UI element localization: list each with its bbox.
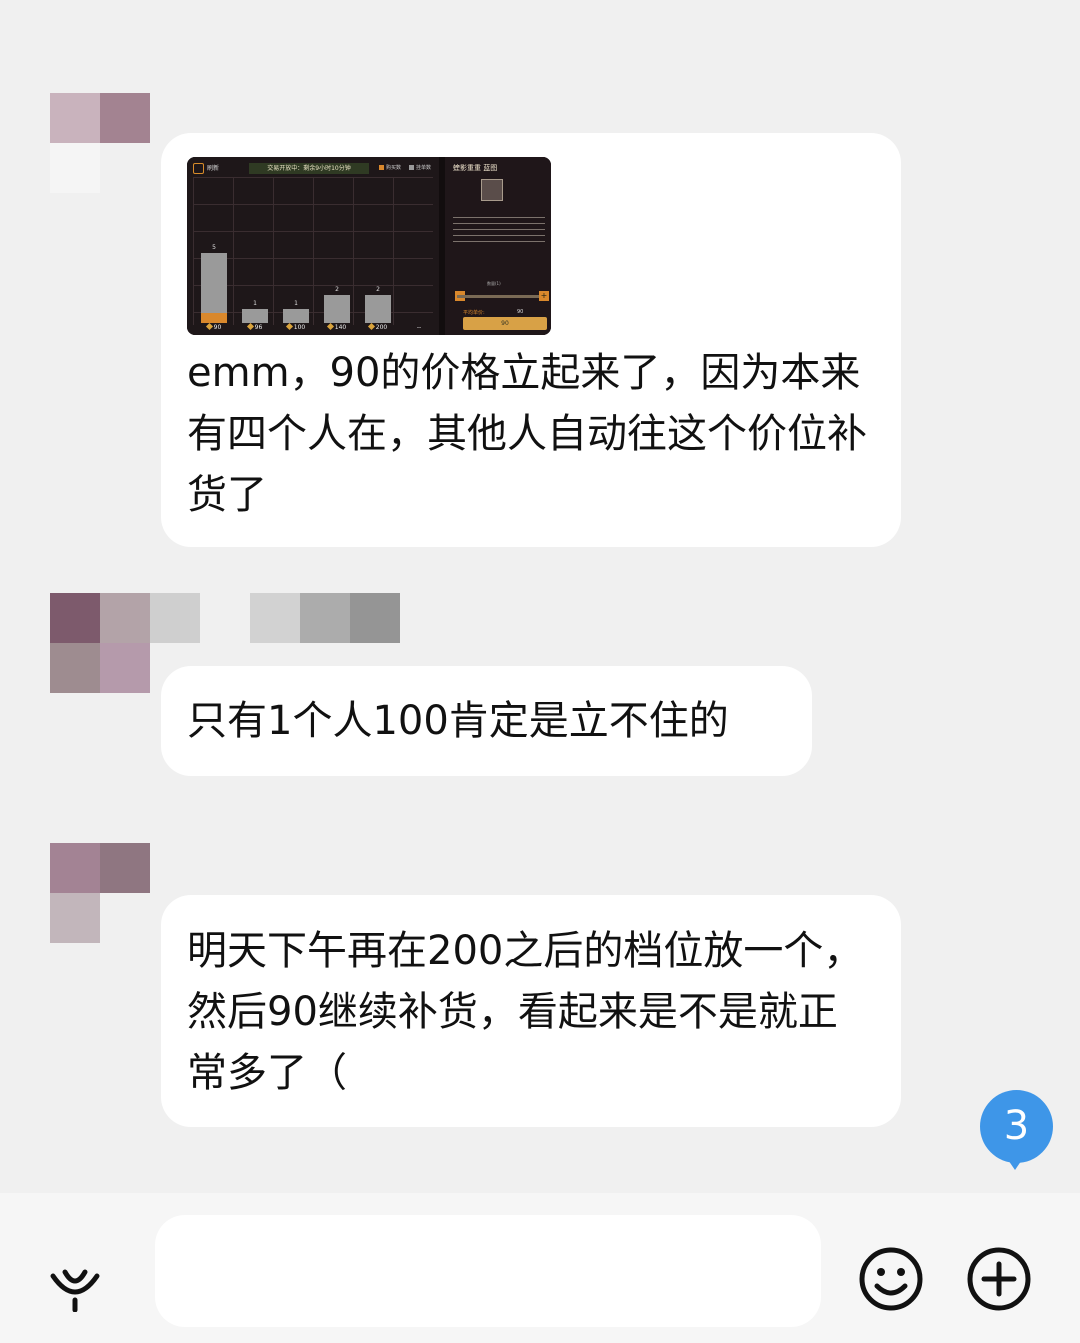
avatar-mosaic-block [100,643,150,693]
name-mosaic-block [350,593,400,643]
chart-count-label: 2 [335,286,339,293]
name-mosaic-block [100,593,150,643]
buy-button: 90 [463,317,547,330]
chart-grid [193,177,433,325]
chart-tick-text: -- [416,324,422,331]
chart-count-label: 5 [212,244,216,251]
legend-sell: 挂单数 [409,164,431,173]
item-blueprint-icon [481,179,503,201]
message-input[interactable] [155,1215,821,1327]
legend-buy: 购买数 [379,164,401,173]
chart-bar [283,309,309,323]
avatar[interactable] [50,93,150,193]
chart-count-label: 1 [294,300,298,307]
price-gem-icon [246,322,254,331]
chart-count-label: 2 [376,286,380,293]
chart-tick-label: 96 [240,322,270,331]
trade-status-bar: 交易开放中：剩余9小时10分钟 [249,163,369,174]
quantity-slider [457,295,543,298]
chart-tick-text: 140 [334,324,347,331]
price-gem-icon [367,322,375,331]
price-gem-icon [205,322,213,331]
chart-bar-buy-portion [201,313,227,323]
price-gem-icon [285,322,293,331]
legend-sell-label: 挂单数 [416,165,432,171]
unread-badge-tail [1004,1154,1026,1170]
chart-tick-label: 200 [363,322,393,331]
message-text: 明天下午再在200之后的档位放一个，然后90继续补货，看起来是不是就正常多了（ [187,928,864,1096]
avatar-mosaic-block [50,843,100,893]
avg-price-label: 平均单价: [463,310,485,316]
avatar-mosaic-block [50,643,100,693]
chart-tick-label: 140 [322,322,352,331]
name-mosaic-block [50,593,100,643]
price-gem-icon [326,322,334,331]
item-description [453,217,545,245]
chart-tick-label: 90 [199,322,229,331]
message-bubble[interactable]: 只有1个人100肯定是立不住的 [161,666,812,776]
message-text: emm，90的价格立起来了，因为本来有四个人在，其他人自动往这个价位补货了 [187,350,867,518]
name-mosaic-block [250,593,300,643]
chart-tick-text: 200 [375,324,388,331]
message-text: 只有1个人100肯定是立不住的 [187,698,729,744]
avatar-mosaic-block [100,143,150,193]
avatar-mosaic-block [50,893,100,943]
voice-icon[interactable] [45,1262,105,1313]
name-mosaic-block [200,593,250,643]
avatar-mosaic-block [100,843,150,893]
avatar-mosaic-block [50,143,100,193]
chart-bar [324,295,350,323]
avatar-mosaic-block [50,93,100,143]
refresh-label: 刷新 [207,165,220,172]
plus-icon[interactable] [966,1246,1032,1312]
plus-small-icon: + [539,291,549,301]
unread-count-badge[interactable]: 3 [980,1090,1053,1163]
avatar[interactable] [50,843,150,943]
item-title: 蝰影重重 蓝图 [453,164,498,172]
chart-tick-label: -- [404,324,434,331]
legend-buy-label: 购买数 [386,165,402,171]
chart-bar [242,309,268,323]
refresh-icon [193,163,204,174]
message-image[interactable]: 刷新 交易开放中：剩余9小时10分钟 购买数 挂单数 蝰影重重 蓝图 数量(1)… [187,157,551,335]
name-mosaic-block [150,593,200,643]
name-mosaic-block [300,593,350,643]
avg-price-value: 90 [517,309,524,315]
chart-tick-text: 96 [254,324,263,331]
avatar-mosaic-block [100,93,150,143]
chart-tick-label: 100 [281,322,311,331]
chart-count-label: 1 [253,300,257,307]
avatar-mosaic-block [100,893,150,943]
sender-name [50,593,400,643]
chart-bar [365,295,391,323]
chart-tick-text: 100 [293,324,306,331]
avatar[interactable] [50,643,150,693]
chart-tick-text: 90 [213,324,222,331]
quantity-label: 数量(1) [487,281,501,286]
emoji-icon[interactable] [858,1246,924,1312]
message-bubble[interactable]: 明天下午再在200之后的档位放一个，然后90继续补货，看起来是不是就正常多了（ [161,895,901,1127]
